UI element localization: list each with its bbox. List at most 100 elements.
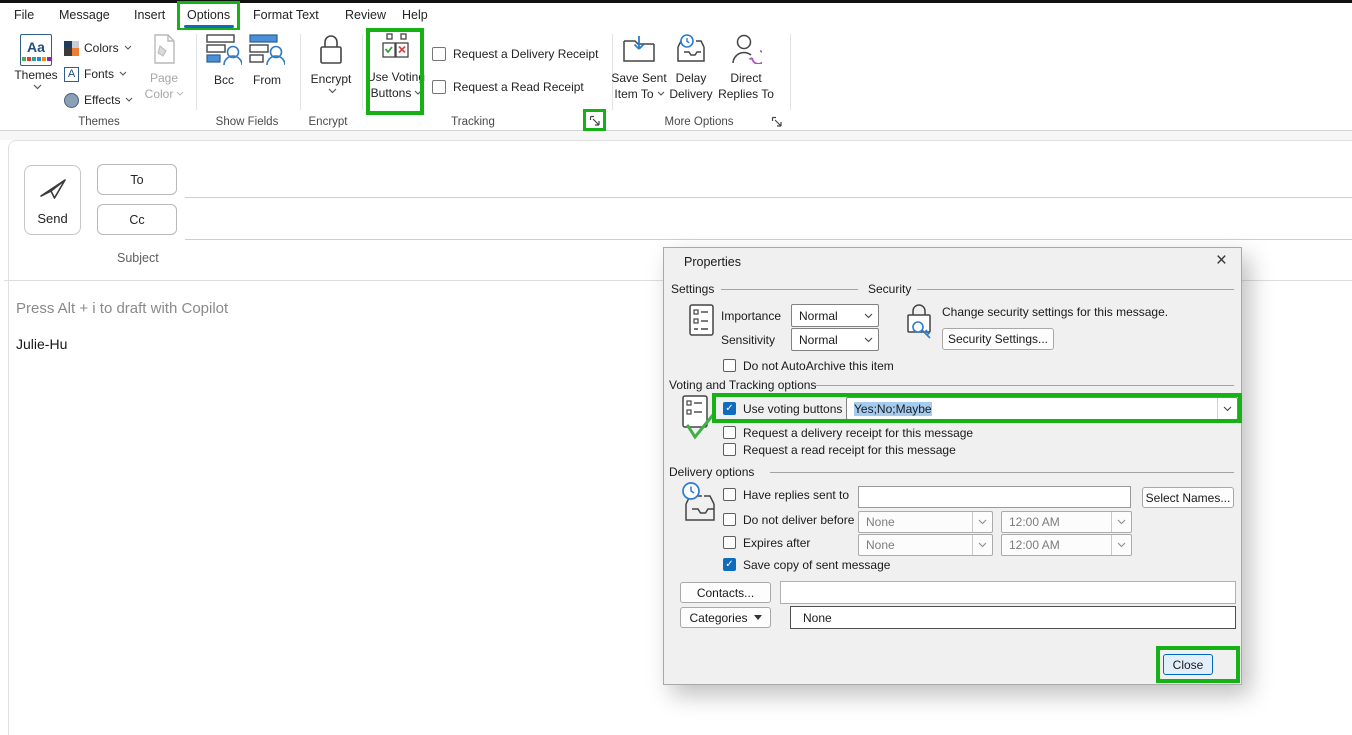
delivery-receipt-checkbox[interactable]: Request a delivery receipt for this mess… [723, 426, 973, 440]
tab-format-text[interactable]: Format Text [253, 8, 319, 22]
chevron-down-icon [972, 535, 992, 555]
from-icon [249, 34, 286, 71]
more-options-dialog-launcher[interactable] [770, 115, 784, 129]
categories-button[interactable]: Categories [680, 607, 771, 628]
close-icon[interactable]: × [1212, 250, 1231, 272]
section-rule [814, 385, 1234, 386]
fonts-icon: A [64, 66, 79, 82]
save-sent-item-to-button[interactable]: Save Sent Item To [611, 34, 667, 101]
to-field[interactable] [185, 197, 1352, 198]
use-voting-buttons-button[interactable]: Use Voting Buttons [367, 33, 425, 100]
group-label-encrypt: Encrypt [308, 116, 348, 128]
dialog-launcher-icon [771, 116, 782, 127]
security-description: Change security settings for this messag… [942, 305, 1169, 319]
tab-review[interactable]: Review [345, 8, 386, 22]
importance-select[interactable]: Normal [791, 304, 879, 327]
annotation-options-tab [177, 1, 240, 31]
delay-clock-icon [674, 34, 708, 69]
voting-check-icon [682, 395, 716, 446]
fonts-dropdown[interactable]: A Fonts [64, 64, 127, 84]
tab-file[interactable]: File [14, 8, 34, 22]
use-voting-buttons-checkbox[interactable]: ✓ Use voting buttons [723, 402, 842, 416]
section-rule [770, 472, 1234, 473]
effects-dropdown[interactable]: Effects [64, 90, 133, 110]
to-button[interactable]: To [97, 164, 177, 195]
chevron-down-icon [414, 90, 422, 97]
read-receipt-checkbox[interactable]: Request a read receipt for this message [723, 443, 956, 457]
bcc-button[interactable]: Bcc [203, 34, 245, 87]
request-read-receipt-checkbox[interactable]: Request a Read Receipt [432, 80, 584, 94]
chevron-down-icon [328, 88, 336, 95]
from-button[interactable]: From [246, 34, 288, 87]
do-not-deliver-checkbox[interactable]: Do not deliver before [723, 513, 854, 527]
tracking-dialog-launcher[interactable] [588, 114, 602, 128]
tab-message[interactable]: Message [59, 8, 110, 22]
themes-button[interactable]: Aa Themes [12, 34, 60, 91]
security-settings-button[interactable]: Security Settings... [942, 328, 1054, 350]
outlook-compose-window: File Message Insert Options Format Text … [0, 0, 1352, 735]
chevron-down-icon [972, 512, 992, 532]
expires-time-select[interactable]: 12:00 AM [1001, 534, 1132, 556]
expires-after-checkbox[interactable]: Expires after [723, 536, 810, 550]
checkbox-icon [723, 488, 736, 501]
cc-button[interactable]: Cc [97, 204, 177, 235]
checkbox-icon [723, 443, 736, 456]
dialog-title: Properties [684, 255, 741, 269]
categories-value: None [803, 610, 832, 625]
person-reply-icon [730, 34, 766, 69]
page-color-button[interactable]: Page Color [138, 34, 190, 101]
group-label-show-fields: Show Fields [215, 116, 279, 128]
message-body-text[interactable]: Julie-Hu [16, 336, 67, 352]
chevron-down-icon [858, 305, 878, 326]
sensitivity-select[interactable]: Normal [791, 328, 879, 351]
section-rule [721, 289, 858, 290]
ribbon-tab-bar: File Message Insert Options Format Text … [0, 1, 1352, 31]
encrypt-button[interactable]: Encrypt [304, 34, 358, 95]
cc-field[interactable] [185, 239, 1352, 240]
tab-help[interactable]: Help [402, 8, 428, 22]
settings-form-icon [689, 304, 714, 339]
delay-delivery-button[interactable]: Delay Delivery [666, 34, 716, 101]
autoarchive-checkbox[interactable]: Do not AutoArchive this item [723, 359, 894, 373]
deliver-date-select[interactable]: None [858, 511, 993, 533]
delivery-clock-icon [678, 481, 718, 526]
checkbox-check-icon: ✓ [723, 558, 736, 571]
chevron-down-icon [858, 329, 878, 350]
selected-text: Yes;No;Maybe [854, 401, 932, 416]
checkbox-icon [723, 513, 736, 526]
checkbox-check-icon: ✓ [723, 402, 736, 415]
expires-date-select[interactable]: None [858, 534, 993, 556]
chevron-down-icon [1111, 535, 1131, 555]
select-names-button[interactable]: Select Names... [1142, 487, 1234, 508]
send-icon [38, 175, 68, 206]
have-replies-input[interactable] [858, 486, 1131, 508]
chevron-down-icon [125, 97, 133, 104]
section-security: Security [868, 282, 912, 296]
section-rule [917, 289, 1234, 290]
request-delivery-receipt-checkbox[interactable]: Request a Delivery Receipt [432, 47, 598, 61]
security-lock-key-icon [905, 302, 935, 343]
close-button[interactable]: Close [1163, 654, 1213, 675]
effects-icon [64, 92, 79, 108]
checkbox-icon [723, 359, 736, 372]
group-separator [362, 34, 363, 110]
direct-replies-to-button[interactable]: Direct Replies To [716, 34, 776, 101]
dropdown-triangle-icon [753, 615, 762, 620]
deliver-time-select[interactable]: 12:00 AM [1001, 511, 1132, 533]
save-copy-checkbox[interactable]: ✓ Save copy of sent message [723, 558, 890, 572]
contacts-button[interactable]: Contacts... [680, 582, 771, 603]
have-replies-checkbox[interactable]: Have replies sent to [723, 488, 849, 502]
contacts-input[interactable] [780, 581, 1236, 604]
voting-buttons-combobox[interactable]: Yes;No;Maybe [846, 397, 1238, 420]
group-separator [196, 34, 197, 110]
folder-save-icon [622, 34, 656, 69]
lock-icon [318, 34, 344, 70]
section-voting: Voting and Tracking options [669, 378, 817, 392]
checkbox-icon [432, 47, 446, 61]
send-button[interactable]: Send [24, 165, 81, 235]
checkbox-icon [723, 536, 736, 549]
categories-input[interactable]: None [790, 606, 1236, 629]
tab-insert[interactable]: Insert [134, 8, 165, 22]
colors-dropdown[interactable]: Colors [64, 38, 132, 58]
chevron-down-icon [33, 84, 41, 91]
